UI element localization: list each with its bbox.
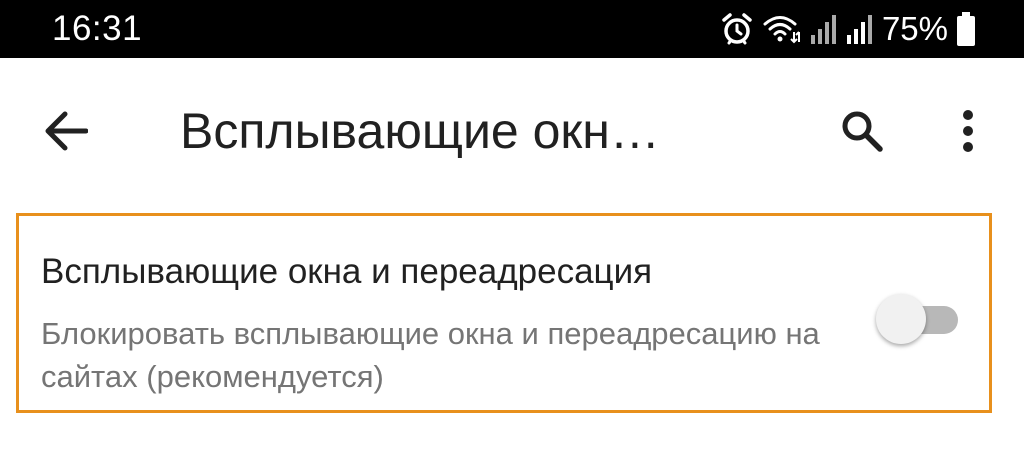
- more-options-button[interactable]: [940, 103, 996, 163]
- status-icons: 75%: [720, 8, 976, 50]
- popups-toggle-switch[interactable]: [876, 294, 962, 344]
- toggle-thumb: [876, 294, 926, 344]
- back-button[interactable]: [36, 103, 96, 163]
- setting-title: Всплывающие окна и переадресация: [41, 252, 653, 291]
- page-title: Всплывающие окн…: [180, 103, 660, 159]
- status-bar: 16:31 75%: [0, 0, 1024, 58]
- status-time: 16:31: [52, 9, 143, 48]
- search-button[interactable]: [832, 103, 892, 163]
- search-icon: [840, 109, 884, 158]
- battery-icon: [956, 11, 976, 47]
- signal-icon: [810, 13, 838, 45]
- signal-icon: [846, 13, 874, 45]
- setting-summary: Блокировать всплывающие окна и переадрес…: [41, 316, 820, 394]
- more-vert-icon: [961, 109, 975, 158]
- popups-redirects-setting[interactable]: Всплывающие окна и переадресация Блокиро…: [16, 213, 992, 413]
- arrow-back-icon: [44, 111, 89, 156]
- app-bar: Всплывающие окн…: [0, 58, 1024, 208]
- battery-percent: 75%: [881, 10, 948, 47]
- wifi-icon: [762, 12, 802, 46]
- alarm-icon: [720, 12, 754, 46]
